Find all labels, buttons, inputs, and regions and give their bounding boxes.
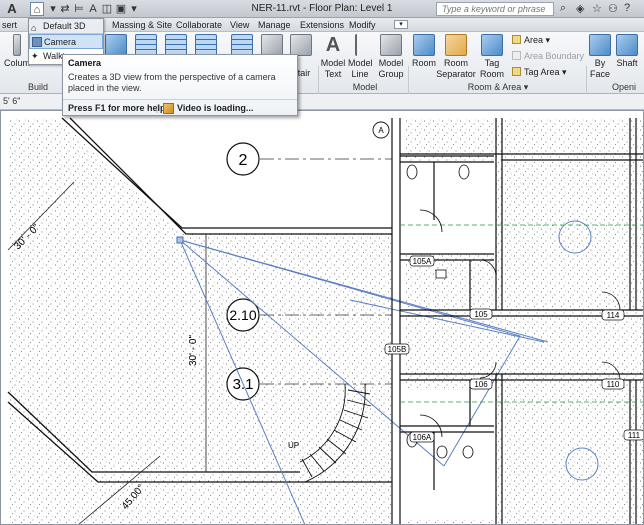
- area-icon: [512, 35, 521, 44]
- star-icon[interactable]: ☆: [592, 2, 602, 15]
- walkthrough-icon: ✦: [31, 51, 39, 61]
- tab-collaborate[interactable]: Collaborate: [176, 19, 222, 31]
- model-line-icon: [355, 34, 365, 56]
- default-3d-view-icon[interactable]: ⌂: [30, 2, 44, 16]
- grid-bubble-2[interactable]: 2: [226, 142, 260, 176]
- panel-label-build: Build: [27, 82, 48, 92]
- restroom-lower: [402, 390, 494, 520]
- area-boundary-icon: [512, 51, 521, 60]
- column-icon: [13, 34, 21, 56]
- area-button[interactable]: Area ▾: [512, 35, 550, 46]
- camera-tooltip: Camera Creates a 3D view from the perspe…: [62, 54, 298, 116]
- area-boundary-button[interactable]: Area Boundary: [512, 51, 584, 61]
- tab-manage[interactable]: Manage: [258, 19, 291, 31]
- search-input[interactable]: Type a keyword or phrase: [436, 2, 554, 16]
- tooltip-title: Camera: [68, 58, 102, 68]
- switch-windows-icon[interactable]: ▣: [114, 2, 128, 16]
- tag-room-icon: [481, 34, 503, 56]
- room-separator-button[interactable]: Room Separator: [436, 34, 476, 80]
- svg-text:114: 114: [607, 311, 620, 320]
- tab-modify[interactable]: Modify: [349, 19, 376, 31]
- curtain-system-icon: [135, 34, 157, 56]
- room-button[interactable]: Room: [410, 34, 438, 69]
- floor-fill-left: [8, 118, 392, 525]
- floor-icon: [105, 34, 127, 56]
- tab-view[interactable]: View: [230, 19, 249, 31]
- tab-massing-site[interactable]: Massing & Site: [112, 19, 172, 31]
- railing-icon: [231, 34, 253, 56]
- svg-text:105B: 105B: [388, 345, 407, 354]
- camera-marker-icon[interactable]: [176, 236, 184, 244]
- floor-plan-drawing[interactable]: 30' - 0" 30' - 0" 45.00° 2 2.10 3.1 UP A…: [0, 110, 644, 525]
- svg-text:106: 106: [474, 380, 488, 389]
- model-text-button[interactable]: A Model Text: [320, 34, 346, 80]
- svg-text:105A: 105A: [413, 257, 432, 266]
- camera-menu-item[interactable]: Camera: [29, 34, 103, 49]
- tag-room-button[interactable]: Tag Room: [478, 34, 506, 80]
- drawing-canvas[interactable]: 30' - 0" 30' - 0" 45.00° 2 2.10 3.1 UP A…: [0, 110, 644, 525]
- stair-up-label: UP: [288, 441, 299, 450]
- room-separator-icon: [445, 34, 467, 56]
- panel-label-room-area[interactable]: Room & Area ▾: [456, 81, 540, 93]
- align-icon[interactable]: ⊨: [72, 2, 86, 16]
- help-icon[interactable]: ?: [624, 2, 630, 14]
- app-logo[interactable]: A: [4, 1, 20, 17]
- view-icon[interactable]: ◫: [100, 2, 114, 16]
- subscription-icon[interactable]: ◈: [576, 2, 584, 15]
- tooltip-divider: |: [156, 103, 159, 113]
- sync-icon[interactable]: ⇄: [58, 2, 72, 16]
- shaft-icon: [616, 34, 638, 56]
- by-face-icon: [589, 34, 611, 56]
- default-3d-view-item[interactable]: ⌂ Default 3D View: [29, 19, 103, 45]
- model-group-button[interactable]: Model Group: [376, 34, 406, 80]
- svg-text:111: 111: [628, 431, 641, 440]
- house-icon: ⌂: [31, 23, 37, 33]
- tooltip-video-text: Video is loading...: [177, 103, 254, 113]
- title-bar: A ⌂ ▾ ⇄ ⊨ A ◫ ▣ ▾ NER-11.rvt - Floor Pla…: [0, 0, 644, 18]
- curtain-grid-icon: [165, 34, 187, 56]
- video-icon: [163, 103, 174, 114]
- svg-text:2.10: 2.10: [229, 307, 256, 323]
- shaft-button[interactable]: Shaft: [614, 34, 640, 69]
- ramp-icon: [261, 34, 283, 56]
- tag-area-button[interactable]: Tag Area ▾: [512, 67, 567, 78]
- tag-area-icon: [512, 67, 521, 76]
- dimension-label-vertical: 30' - 0": [188, 335, 199, 366]
- svg-text:110: 110: [607, 380, 620, 389]
- tab-extensions[interactable]: Extensions: [300, 19, 344, 31]
- offset-value[interactable]: 5' 6": [3, 96, 20, 106]
- section-tag[interactable]: A: [372, 121, 390, 139]
- binoculars-icon[interactable]: ⌕: [560, 2, 566, 15]
- tab-insert[interactable]: sert: [2, 19, 17, 31]
- room-icon: [413, 34, 435, 56]
- by-face-button[interactable]: By Face: [588, 34, 612, 80]
- text-icon[interactable]: A: [86, 2, 100, 16]
- svg-text:106A: 106A: [413, 433, 432, 442]
- column-button[interactable]: Colum: [4, 34, 30, 69]
- tooltip-help-text: Press F1 for more help: [68, 103, 166, 113]
- camera-icon: [32, 37, 42, 47]
- mullion-icon: [195, 34, 217, 56]
- svg-text:A: A: [378, 126, 384, 135]
- customize-qat-icon[interactable]: ▾: [127, 2, 141, 16]
- tooltip-body: Creates a 3D view from the perspective o…: [68, 72, 276, 93]
- user-icon[interactable]: ⚇: [608, 2, 618, 15]
- stair-icon: [290, 34, 312, 56]
- model-group-icon: [380, 34, 402, 56]
- tooltip-footer: Press F1 for more help | Video is loadin…: [63, 99, 297, 116]
- model-text-icon: A: [325, 34, 341, 56]
- svg-text:2: 2: [239, 152, 248, 169]
- panel-label-model: Model: [352, 82, 378, 92]
- window-title: NER-11.rvt - Floor Plan: Level 1: [251, 3, 393, 14]
- minimize-ribbon-icon[interactable]: ▾: [394, 20, 408, 29]
- svg-text:105: 105: [474, 310, 488, 319]
- model-line-button[interactable]: Model Line: [348, 34, 373, 80]
- panel-label-opening: Openi: [612, 82, 637, 92]
